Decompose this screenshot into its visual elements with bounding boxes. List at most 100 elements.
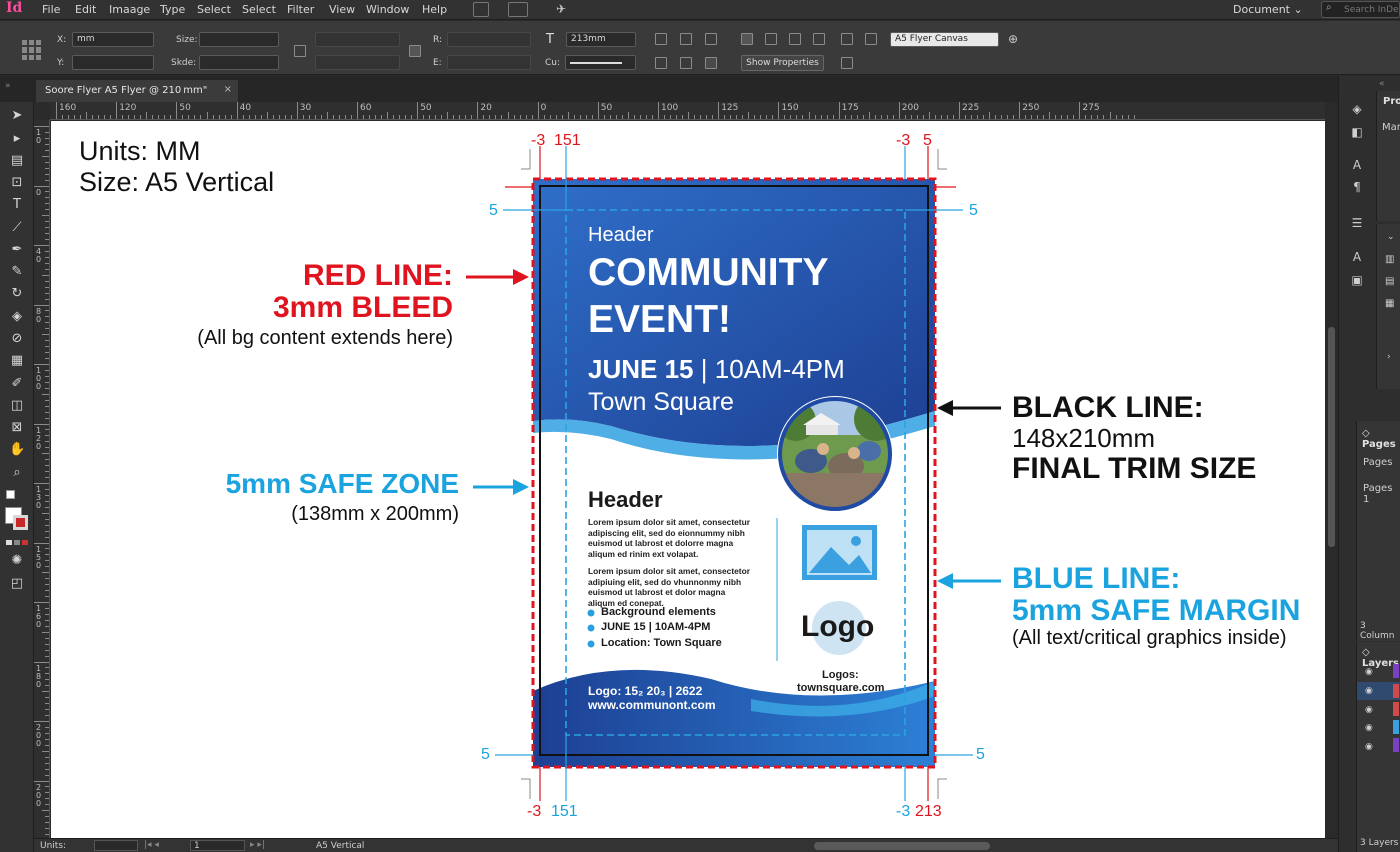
menu-edit[interactable]: Edit <box>75 3 96 16</box>
chevron-down-icon[interactable]: ⌄ <box>1387 232 1395 242</box>
scale-y-field[interactable] <box>315 55 400 70</box>
vertical-scrollbar[interactable] <box>1325 102 1338 838</box>
stroke-panel-icon[interactable]: ☰ <box>1349 216 1365 232</box>
x-field[interactable]: mm <box>72 32 154 47</box>
flyer-title-line1[interactable]: COMMUNITY <box>588 251 828 295</box>
chevron-right-icon[interactable]: › <box>1387 352 1391 362</box>
pages-row-1[interactable]: Pages <box>1363 457 1392 468</box>
page-tool-icon[interactable]: ▤ <box>9 153 25 169</box>
pages-row-2[interactable]: Pages 1 <box>1363 483 1400 505</box>
character-icon[interactable]: A <box>1349 158 1365 174</box>
hand-tool-icon[interactable]: ✋ <box>9 442 25 458</box>
bullet-item-2[interactable]: JUNE 15 | 10AM-4PM <box>601 621 710 633</box>
character-styles-icon[interactable]: A <box>1349 250 1365 266</box>
collapse-panel-icon[interactable]: » <box>5 81 11 91</box>
menu-type[interactable]: Type <box>160 3 185 16</box>
stroke-style-select[interactable] <box>565 55 636 70</box>
direct-selection-tool-icon[interactable]: ▸ <box>9 131 25 147</box>
bullet-item-3[interactable]: Location: Town Square <box>601 637 722 649</box>
document-tab[interactable]: Soore Flyer A5 Flyer @ 210 mm" × <box>36 80 238 102</box>
stroke-icon[interactable] <box>705 57 717 69</box>
show-properties-button[interactable]: Show Properties <box>741 55 824 71</box>
footer-line-1[interactable]: Logo: 15₂ 20₃ | 2622 <box>588 684 702 698</box>
frame-fitting-icon[interactable] <box>841 57 853 69</box>
paragraph-icon[interactable]: ¶ <box>1349 180 1365 196</box>
spacing-icon[interactable] <box>865 33 877 45</box>
fill-icon[interactable] <box>655 57 667 69</box>
bridge-icon[interactable] <box>473 2 489 17</box>
align-left-icon[interactable] <box>655 33 667 45</box>
text-align-right-icon[interactable] <box>789 33 801 45</box>
width-field[interactable] <box>199 32 279 47</box>
stroke-swatch[interactable] <box>13 515 28 530</box>
swap-icon[interactable] <box>680 57 692 69</box>
page-nav-forward[interactable]: ▸ ▸| <box>250 840 265 850</box>
logos-label[interactable]: Logos: <box>822 669 859 681</box>
object-style-select[interactable]: A5 Flyer Canvas <box>890 32 999 47</box>
screen-mode-icon[interactable]: ◰ <box>9 576 25 592</box>
text-justify-icon[interactable] <box>813 33 825 45</box>
selection-tool-icon[interactable]: ➤ <box>9 108 25 124</box>
zoom-tool-icon[interactable]: ⌕ <box>9 465 25 481</box>
flyer-title-line2[interactable]: EVENT! <box>588 298 731 342</box>
footer-line-2[interactable]: www.communont.com <box>588 698 716 712</box>
gap-tool-icon[interactable]: ⊡ <box>9 175 25 191</box>
eyedropper-tool-icon[interactable]: ✐ <box>9 376 25 392</box>
scale-x-field[interactable] <box>315 32 400 47</box>
height-field[interactable] <box>199 55 279 70</box>
logos-url[interactable]: townsquare.com <box>797 682 884 694</box>
menu-help[interactable]: Help <box>422 3 447 16</box>
align-center-icon[interactable] <box>680 33 692 45</box>
workspace-switcher[interactable]: Document ⌄ <box>1233 3 1303 16</box>
logo-text[interactable]: Logo <box>801 610 874 644</box>
swatches-icon[interactable]: ▣ <box>1349 273 1365 289</box>
expand-dock-icon[interactable]: « <box>1379 79 1385 89</box>
menu-select-2[interactable]: Select <box>242 3 276 16</box>
flyer-place[interactable]: Town Square <box>588 388 734 417</box>
menu-select[interactable]: Select <box>197 3 231 16</box>
layer-visibility-icon[interactable]: ◉ <box>1365 742 1373 752</box>
units-select[interactable] <box>94 840 138 851</box>
text-align-left-icon[interactable] <box>741 33 753 45</box>
vertical-scroll-thumb[interactable] <box>1328 327 1335 547</box>
pen-tool-icon[interactable]: ✒ <box>9 242 25 258</box>
menu-window[interactable]: Window <box>366 3 409 16</box>
layer-visibility-icon[interactable]: ◉ <box>1365 705 1373 715</box>
note-tool-icon[interactable]: ◫ <box>9 398 25 414</box>
rows-icon[interactable]: ▤ <box>1385 276 1394 287</box>
rotate-field[interactable] <box>447 32 531 47</box>
line-tool-icon[interactable]: ⟋ <box>9 220 25 236</box>
frame-tool-icon[interactable]: ⊠ <box>9 420 25 436</box>
menu-image[interactable]: Imaage <box>109 3 150 16</box>
links-icon[interactable]: ◧ <box>1349 125 1365 141</box>
vertical-ruler[interactable]: 10 0 40 80 100 120 130 150 160 180 200 200 <box>34 120 50 838</box>
scale-tool-icon[interactable]: ⊘ <box>9 331 25 347</box>
lorem-paragraph-2[interactable]: Lorem ipsum dolor sit amet, consectetor a… <box>588 566 750 608</box>
menu-view[interactable]: View <box>329 3 355 16</box>
grid-icon[interactable]: ▦ <box>1385 298 1394 309</box>
columns-icon[interactable]: ▥ <box>1385 254 1394 265</box>
distribute-icon[interactable] <box>841 33 853 45</box>
font-size-field[interactable]: 213mm <box>566 32 636 47</box>
apply-color-icons[interactable] <box>6 540 28 545</box>
shear-field[interactable] <box>447 55 531 70</box>
flyer-header-small[interactable]: Header <box>588 224 654 247</box>
target-icon[interactable]: ⊕ <box>1008 32 1018 46</box>
flyer-section-header[interactable]: Header <box>588 487 663 513</box>
constrain-proportions-icon[interactable] <box>294 45 306 57</box>
lorem-paragraph-1[interactable]: Lorem ipsum dolor sit amet, consectetur a… <box>588 517 750 559</box>
eraser-tool-icon[interactable]: ◈ <box>9 309 25 325</box>
align-right-icon[interactable] <box>705 33 717 45</box>
arrange-documents-icon[interactable] <box>508 2 528 17</box>
y-field[interactable] <box>72 55 154 70</box>
link-scale-icon[interactable] <box>409 45 421 57</box>
menu-file[interactable]: File <box>42 3 60 16</box>
page-nav-arrows[interactable]: |◂ ◂ <box>144 840 159 850</box>
bullet-item-1[interactable]: Background elements <box>601 606 716 618</box>
format-container-icon[interactable]: ✺ <box>9 553 25 569</box>
document-canvas[interactable]: Units: MM Size: A5 Vertical RED LINE: 3m… <box>51 121 1325 838</box>
layer-visibility-icon[interactable]: ◉ <box>1365 686 1373 696</box>
rocket-icon[interactable]: ✈ <box>556 2 566 16</box>
pencil-tool-icon[interactable]: ✎ <box>9 264 25 280</box>
menu-filter[interactable]: Filter <box>287 3 314 16</box>
